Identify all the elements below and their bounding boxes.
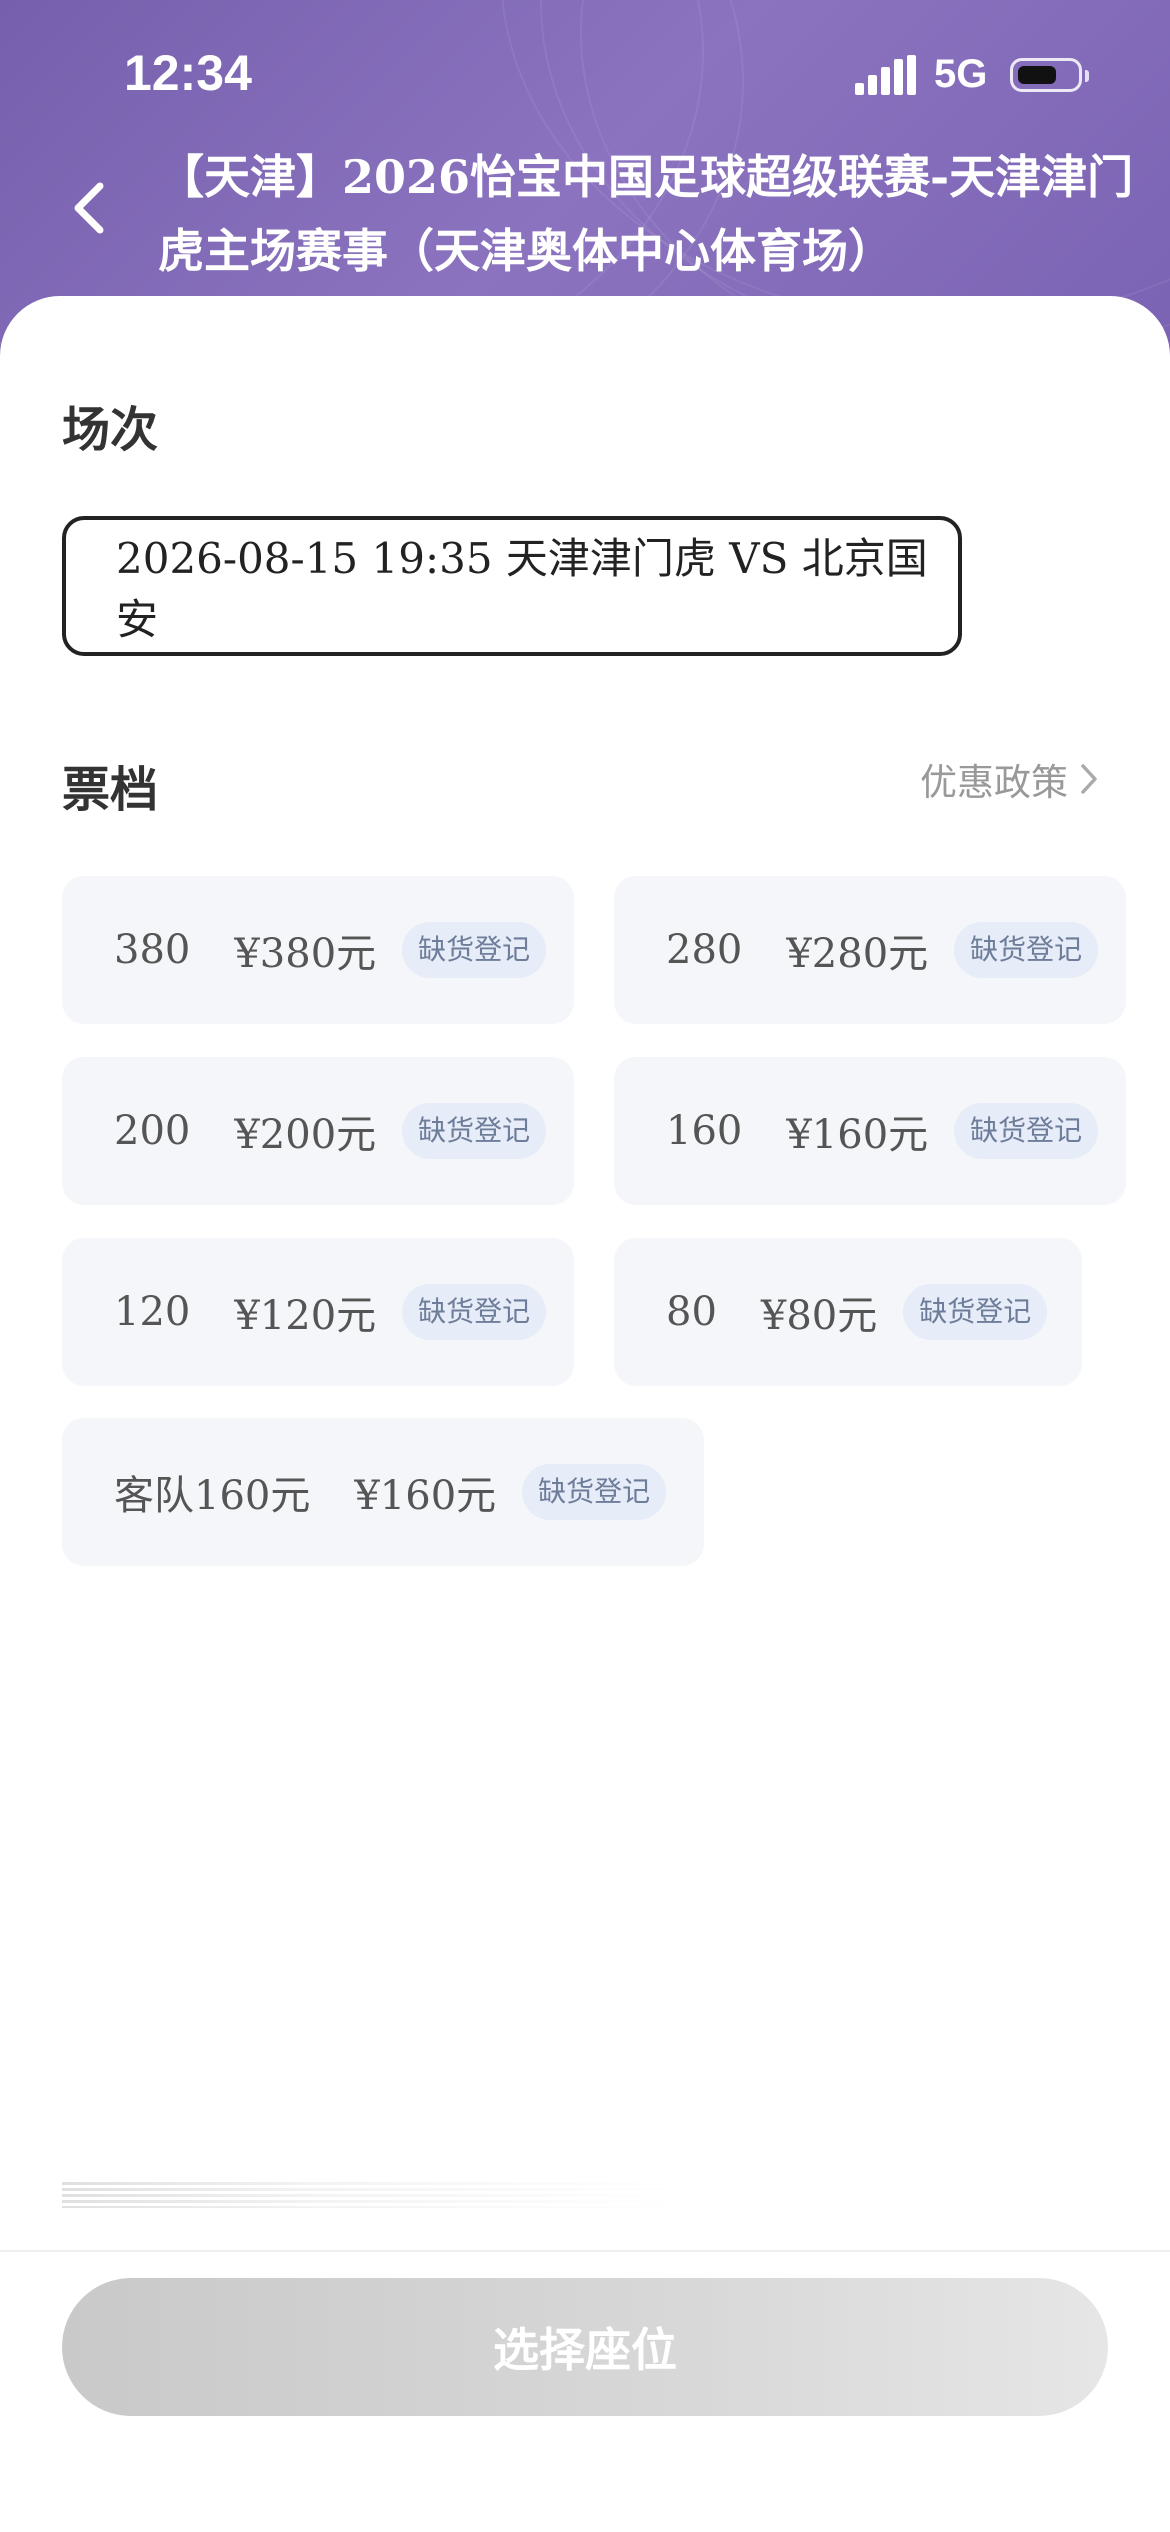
ticket-tier-option[interactable]: 120 ¥120元 缺货登记 [62, 1238, 574, 1386]
ticket-tier-option[interactable]: 80 ¥80元 缺货登记 [614, 1238, 1082, 1386]
tier-section-label: 票档 [62, 762, 159, 818]
stockout-register-badge[interactable]: 缺货登记 [402, 922, 547, 978]
tier-name: 280 [666, 927, 743, 973]
tier-price: ¥160元 [354, 1473, 497, 1519]
discount-policy-link[interactable]: 优惠政策 [920, 752, 1100, 806]
tier-name: 客队160元 [114, 1473, 311, 1519]
select-seat-button[interactable]: 选择座位 [62, 2278, 1108, 2416]
battery-icon [1010, 58, 1089, 92]
session-section-label: 场次 [62, 402, 159, 458]
loading-placeholder [62, 2182, 682, 2208]
stockout-register-badge[interactable]: 缺货登记 [522, 1464, 667, 1520]
discount-policy-label: 优惠政策 [920, 761, 1068, 804]
tier-price: ¥200元 [234, 1112, 377, 1158]
tier-name: 380 [114, 927, 191, 973]
network-type: 5G [934, 52, 988, 96]
tier-name: 200 [114, 1108, 191, 1154]
tier-name: 120 [114, 1289, 191, 1335]
stockout-register-badge[interactable]: 缺货登记 [903, 1284, 1048, 1340]
stockout-register-badge[interactable]: 缺货登记 [402, 1103, 547, 1159]
tier-price: ¥80元 [760, 1293, 878, 1339]
ticket-tier-option[interactable]: 客队160元 ¥160元 缺货登记 [62, 1418, 704, 1566]
status-bar: 12:34 5G [0, 0, 1170, 140]
tier-price: ¥280元 [786, 931, 929, 977]
tier-price: ¥120元 [234, 1293, 377, 1339]
event-title: 【天津】2026怡宝中国足球超级联赛-天津津门虎主场赛事（天津奥体中心体育场） [158, 150, 1134, 278]
stockout-register-badge[interactable]: 缺货登记 [954, 1103, 1099, 1159]
stockout-register-badge[interactable]: 缺货登记 [954, 922, 1099, 978]
signal-icon [855, 55, 917, 95]
chevron-left-icon [74, 182, 104, 234]
chevron-right-icon [1081, 764, 1097, 794]
ticket-tier-option[interactable]: 160 ¥160元 缺货登记 [614, 1057, 1126, 1205]
ticket-tier-option[interactable]: 380 ¥380元 缺货登记 [62, 876, 574, 1024]
tier-price: ¥160元 [786, 1112, 929, 1158]
stockout-register-badge[interactable]: 缺货登记 [402, 1284, 547, 1340]
ticket-tier-option[interactable]: 280 ¥280元 缺货登记 [614, 876, 1126, 1024]
session-option[interactable]: 2026-08-15 19:35 天津津门虎 VS 北京国安 [62, 516, 962, 656]
ticket-tier-option[interactable]: 200 ¥200元 缺货登记 [62, 1057, 574, 1205]
tier-price: ¥380元 [234, 931, 377, 977]
tier-name: 80 [666, 1289, 717, 1335]
status-time: 12:34 [124, 45, 252, 101]
footer-divider [0, 2250, 1170, 2252]
tier-name: 160 [666, 1108, 743, 1154]
back-button[interactable] [68, 178, 112, 238]
